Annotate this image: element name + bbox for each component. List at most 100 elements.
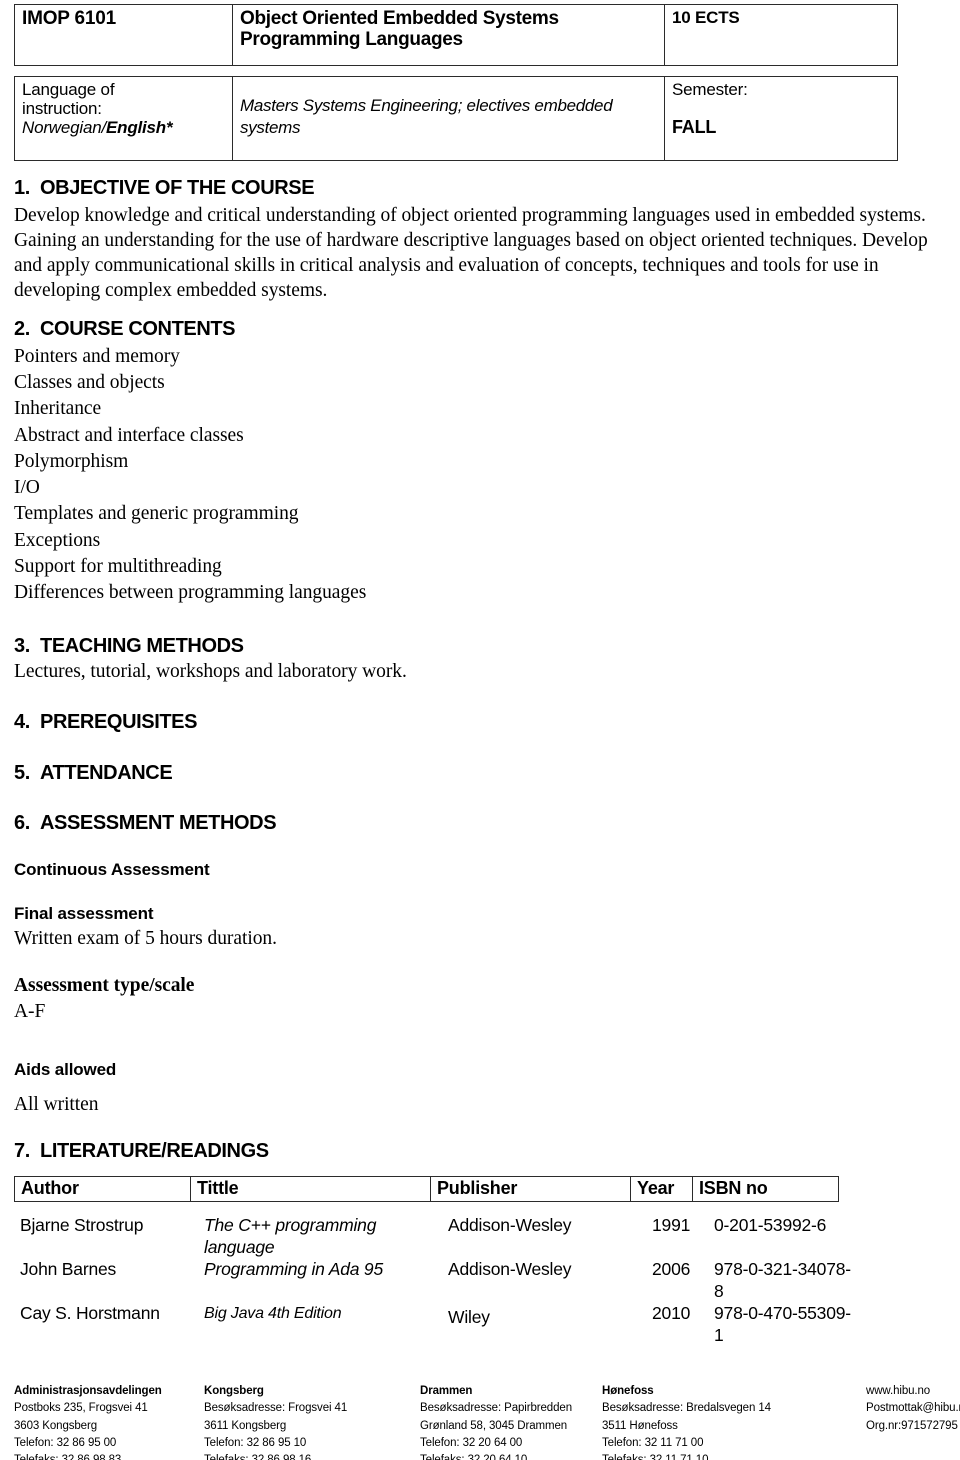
section-heading-prerequisites: 4. PREREQUISITES <box>14 711 197 734</box>
section-number-2: 2. <box>14 318 30 340</box>
footer-line: Besøksadresse: Frogsvei 41 <box>204 1402 348 1415</box>
course-identity-table: IMOP 6101 Object Oriented Embedded Syste… <box>14 4 898 66</box>
continuous-assessment-label: Continuous Assessment <box>14 860 210 879</box>
table-header-row: Author Tittle Publisher Year ISBN no <box>14 1176 839 1202</box>
list-item: Exceptions <box>14 529 101 551</box>
footer-line: 3603 Kongsberg <box>14 1419 98 1432</box>
footer-line: Telefon: 32 20 64 00 <box>420 1436 523 1449</box>
column-header-publisher: Publisher <box>430 1176 631 1202</box>
section-heading-literature: 7. LITERATURE/READINGS <box>14 1140 269 1163</box>
section-title-2: COURSE CONTENTS <box>40 318 236 340</box>
language-value-emphasis: English* <box>106 118 173 138</box>
aids-allowed-value: All written <box>14 1094 99 1115</box>
footer-line: Telefaks: 32 86 98 83 <box>14 1454 122 1460</box>
language-label-line-2: instruction: <box>22 99 102 119</box>
section-number-6: 6. <box>14 812 30 834</box>
column-header-title: Tittle <box>190 1176 431 1202</box>
course-code: IMOP 6101 <box>22 8 116 29</box>
section-heading-teaching: 3. TEACHING METHODS <box>14 635 244 658</box>
list-item: Pointers and memory <box>14 346 180 367</box>
cell-year: 1991 <box>652 1215 691 1235</box>
cell-publisher: Addison-Wesley <box>448 1215 572 1235</box>
cell-isbn: 978-0-470-55309-1 <box>714 1303 851 1346</box>
course-title-line-1: Object Oriented Embedded Systems <box>240 8 559 29</box>
cell-author: John Barnes <box>20 1259 117 1279</box>
footer-website[interactable]: www.hibu.no <box>866 1383 960 1400</box>
footer-column-kongsberg: Kongsberg Besøksadresse: Frogsvei 41 361… <box>204 1383 347 1460</box>
section-title-7: LITERATURE/READINGS <box>40 1140 269 1162</box>
course-ects-cell: 10 ECTS <box>664 4 898 66</box>
cell-isbn: 0-201-53992-6 <box>714 1215 827 1235</box>
course-code-cell: IMOP 6101 <box>14 4 233 66</box>
cell-title: Programming in Ada 95 <box>204 1259 383 1279</box>
cell-publisher: Wiley <box>448 1307 490 1327</box>
section-number-7: 7. <box>14 1140 30 1162</box>
list-item: Classes and objects <box>14 372 165 394</box>
language-value: Norwegian/English* <box>22 118 226 137</box>
footer-heading: Drammen <box>420 1385 473 1397</box>
list-item: Templates and generic programming <box>14 503 299 525</box>
footer-heading: Hønefoss <box>602 1385 654 1397</box>
footer-line: Besøksadresse: Bredalsvegen 14 <box>602 1402 771 1415</box>
list-item: Abstract and interface classes <box>14 424 244 446</box>
cell-title: Big Java 4th Edition <box>204 1305 342 1322</box>
section-heading-attendance: 5. ATTENDANCE <box>14 762 173 785</box>
list-item: Polymorphism <box>14 450 129 472</box>
assessment-scale-label: Assessment type/scale <box>14 975 195 996</box>
programme-cell: Masters Systems Engineering; electives e… <box>232 76 665 161</box>
course-contents-list: Pointers and memory Classes and objects … <box>14 344 714 606</box>
assessment-scale-value: A-F <box>14 1001 46 1022</box>
section-heading-assessment: 6. ASSESSMENT METHODS <box>14 812 277 835</box>
semester-cell: Semester: FALL <box>664 76 898 161</box>
footer-line: 3511 Hønefoss <box>602 1419 678 1432</box>
section-number-1: 1. <box>14 177 30 199</box>
footer-line: Besøksadresse: Papirbredden <box>420 1402 572 1415</box>
footer-heading: Administrasjonsavdelingen <box>14 1385 162 1397</box>
course-meta-table: Language of instruction: Norwegian/Engli… <box>14 76 898 161</box>
course-title-line-2: Programming Languages <box>240 29 463 51</box>
column-header-year: Year <box>630 1176 693 1202</box>
document-page: IMOP 6101 Object Oriented Embedded Syste… <box>0 0 960 1460</box>
objective-body: Develop knowledge and critical understan… <box>14 205 928 302</box>
cell-year: 2010 <box>652 1303 691 1323</box>
programme-text: Masters Systems Engineering; electives e… <box>240 96 613 138</box>
course-ects: 10 ECTS <box>672 8 740 27</box>
language-cell: Language of instruction: Norwegian/Engli… <box>14 76 233 161</box>
section-heading-contents: 2. COURSE CONTENTS <box>14 318 236 341</box>
section-title-6: ASSESSMENT METHODS <box>40 812 277 834</box>
footer-heading: Kongsberg <box>204 1385 264 1397</box>
list-item: Support for multithreading <box>14 555 222 577</box>
section-heading-objective: 1. OBJECTIVE OF THE COURSE <box>14 177 315 200</box>
footer-email[interactable]: Postmottak@hibu.no <box>866 1400 960 1417</box>
footer-column-honefoss: Hønefoss Besøksadresse: Bredalsvegen 14 … <box>602 1383 771 1460</box>
section-number-5: 5. <box>14 762 30 784</box>
teaching-methods-body: Lectures, tutorial, workshops and labora… <box>14 661 407 682</box>
footer-line: Postboks 235, Frogsvei 41 <box>14 1402 148 1415</box>
cell-author: Cay S. Horstmann <box>20 1303 160 1323</box>
language-label-line-1: Language of <box>22 80 115 99</box>
semester-value: FALL <box>672 117 717 138</box>
course-title-cell: Object Oriented Embedded Systems Program… <box>232 4 665 66</box>
language-value-prefix: Norwegian/ <box>22 118 106 138</box>
cell-isbn: 978-0-321-34078-8 <box>714 1259 851 1302</box>
section-title-5: ATTENDANCE <box>40 762 173 784</box>
list-item: Inheritance <box>14 398 102 420</box>
footer-line: Telefaks: 32 86 98 16 <box>204 1454 312 1460</box>
section-title-4: PREREQUISITES <box>40 711 198 733</box>
literature-table-header: Author Tittle Publisher Year ISBN no <box>14 1176 839 1202</box>
final-assessment-label: Final assessment <box>14 904 154 923</box>
footer-line: 3611 Kongsberg <box>204 1419 287 1432</box>
footer-line: Telefon: 32 86 95 10 <box>204 1436 307 1449</box>
cell-year: 2006 <box>652 1259 691 1279</box>
final-assessment-value: Written exam of 5 hours duration. <box>14 928 277 949</box>
language-block: Language of instruction: Norwegian/Engli… <box>22 80 226 137</box>
footer-org-number: Org.nr:971572795 <box>866 1419 958 1432</box>
footer-line: Telefon: 32 86 95 00 <box>14 1436 117 1449</box>
column-header-author: Author <box>14 1176 191 1202</box>
footer-line: Telefaks: 32 11 71 10 <box>602 1454 709 1460</box>
section-title-1: OBJECTIVE OF THE COURSE <box>40 177 315 199</box>
table-row: IMOP 6101 Object Oriented Embedded Syste… <box>14 4 898 66</box>
footer-line: Grønland 58, 3045 Drammen <box>420 1419 568 1432</box>
cell-title: The C++ programming language <box>204 1215 377 1258</box>
semester-label: Semester: <box>672 80 748 99</box>
